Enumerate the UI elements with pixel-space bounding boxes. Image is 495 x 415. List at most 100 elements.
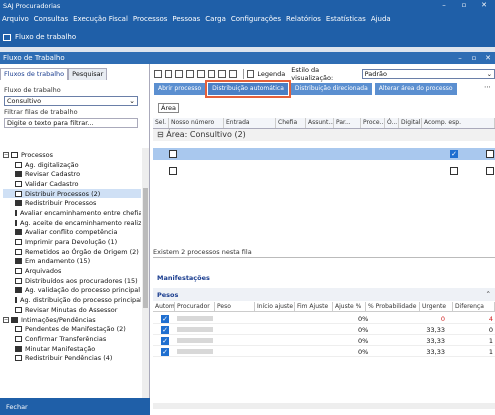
col-digital[interactable]: Digital xyxy=(399,118,422,128)
col-chefia[interactable]: Chefia xyxy=(276,118,306,128)
shortcut-fluxo-trabalho[interactable]: Fluxo de trabalho xyxy=(0,27,495,47)
tree-item[interactable]: Imprimir para Devolução (1) xyxy=(3,237,141,247)
tree-item[interactable]: Ag. distribuição do processo principal xyxy=(3,295,141,305)
pesos-row[interactable]: ✓ 0% 0 4 xyxy=(153,313,495,324)
view-icon[interactable] xyxy=(154,70,162,78)
col-diferenca[interactable]: Diferença xyxy=(453,302,495,311)
table-row[interactable]: ✓ xyxy=(153,148,495,160)
pesos-row[interactable]: ✓ 0% 33,33 1 xyxy=(153,346,495,357)
menu-arquivo[interactable]: Arquivo xyxy=(2,15,29,23)
group-row[interactable]: ⊟ Área: Consultivo (2) xyxy=(153,129,495,141)
tree-item[interactable]: Arquivados xyxy=(3,266,141,276)
autom-checkbox[interactable]: ✓ xyxy=(161,315,169,323)
distribuicao-direcionada-button[interactable]: Distribuição direcionada xyxy=(290,83,372,95)
filter-input[interactable]: Digite o texto para filtrar... xyxy=(4,118,138,128)
tree-item[interactable]: Ag. validação do processo principal xyxy=(3,286,141,296)
close-icon[interactable]: ✕ xyxy=(474,0,494,11)
maximize-icon[interactable]: ▫ xyxy=(467,52,481,64)
col-entrada[interactable]: Entrada xyxy=(224,118,276,128)
menu-execucao-fiscal[interactable]: Execução Fiscal xyxy=(73,15,128,23)
tree-scrollbar[interactable] xyxy=(142,148,149,406)
row-checkbox[interactable] xyxy=(169,167,177,175)
refresh-icon[interactable] xyxy=(164,70,173,78)
digital-checkbox[interactable]: ✓ xyxy=(450,150,458,158)
distribuicao-automatica-button[interactable]: Distribuição automática xyxy=(205,80,291,98)
abrir-processo-button[interactable]: Abrir processo xyxy=(154,83,206,95)
tree-group[interactable]: − Processos xyxy=(3,150,141,160)
group-chip[interactable]: Área xyxy=(158,103,179,113)
horizontal-scrollbar[interactable] xyxy=(153,403,495,409)
minimize-icon[interactable]: – xyxy=(453,52,467,64)
col-nosso-numero[interactable]: Nosso número xyxy=(169,118,224,128)
menu-consultas[interactable]: Consultas xyxy=(34,15,68,23)
tree-item[interactable]: Minutar Manifestação xyxy=(3,344,141,354)
chevron-up-icon[interactable]: ⌃ xyxy=(486,290,491,298)
tree-group[interactable]: − Intimações/Pendências xyxy=(3,315,141,325)
pesos-row[interactable]: ✓ 0% 33,33 1 xyxy=(153,335,495,346)
col-urgente[interactable]: Urgente xyxy=(420,302,453,311)
acomp-checkbox[interactable] xyxy=(486,150,494,158)
document-icon[interactable] xyxy=(186,70,194,78)
tree-item[interactable]: Em andamento (15) xyxy=(3,257,141,267)
menu-processos[interactable]: Processos xyxy=(133,15,167,23)
legenda-button[interactable]: Legenda xyxy=(257,70,285,78)
col-peso[interactable]: Peso xyxy=(215,302,255,311)
flow-select[interactable]: Consultivo ⌄ xyxy=(4,96,138,106)
more-options-icon[interactable]: ⋯ xyxy=(484,83,491,91)
col-fim-ajuste[interactable]: Fim Ajuste xyxy=(295,302,333,311)
manifestacoes-section[interactable]: Manifestações xyxy=(157,274,210,282)
tree-item[interactable]: Pendentes de Manifestação (2) xyxy=(3,324,141,334)
pesos-section[interactable]: Pesos ⌃ xyxy=(153,288,495,301)
row-checkbox[interactable] xyxy=(169,150,177,158)
col-ajuste-pct[interactable]: Ajuste % xyxy=(333,302,366,311)
col-processo[interactable]: Proce... xyxy=(361,118,385,128)
autom-checkbox[interactable]: ✓ xyxy=(161,348,169,356)
tree-item[interactable]: Redistribuir Pendências (4) xyxy=(3,353,141,363)
table-row[interactable] xyxy=(153,165,495,177)
menu-estatisticas[interactable]: Estatísticas xyxy=(326,15,366,23)
collapse-toggle-icon[interactable]: − xyxy=(3,316,9,323)
alterar-area-button[interactable]: Alterar área do processo xyxy=(374,83,457,95)
close-icon[interactable]: ✕ xyxy=(481,52,495,64)
tree-item[interactable]: Avaliar encaminhamento entre chefias xyxy=(3,208,141,218)
tree-item[interactable]: Confirmar Transferências xyxy=(3,334,141,344)
acomp-checkbox[interactable] xyxy=(486,167,494,175)
tree-item[interactable]: Revisar Minutas do Assessor xyxy=(3,305,141,315)
menu-ajuda[interactable]: Ajuda xyxy=(371,15,391,23)
search-icon[interactable] xyxy=(218,70,227,78)
tab-pesquisar[interactable]: Pesquisar xyxy=(68,68,108,80)
col-sel[interactable]: Sel. xyxy=(153,118,169,128)
tree-item[interactable]: Avaliar conflito competência xyxy=(3,228,141,238)
minimize-icon[interactable]: – xyxy=(434,0,454,11)
col-probabilidade[interactable]: % Probabilidade xyxy=(366,302,420,311)
tab-fluxos-de-trabalho[interactable]: Fluxos de trabalho xyxy=(0,68,69,80)
menu-pessoas[interactable]: Pessoas xyxy=(172,15,200,23)
digital-checkbox[interactable] xyxy=(450,167,458,175)
collapse-toggle-icon[interactable]: − xyxy=(3,151,9,158)
col-acomp-esp[interactable]: Acomp. esp. xyxy=(422,118,495,128)
estilo-select[interactable]: Padrão ⌄ xyxy=(361,69,495,79)
menu-carga[interactable]: Carga xyxy=(205,15,226,23)
tree-item[interactable]: Redistribuir Processos xyxy=(3,198,141,208)
menu-configuracoes[interactable]: Configurações xyxy=(231,15,281,23)
tree-item[interactable]: Ag. aceite de encaminhamento realizado xyxy=(3,218,141,228)
col-assunto[interactable]: Assunt... xyxy=(306,118,334,128)
autom-checkbox[interactable]: ✓ xyxy=(161,337,169,345)
tree-item[interactable]: Remetidos ao Órgão de Origem (2) xyxy=(3,247,141,257)
tree-item[interactable]: Validar Cadastro xyxy=(3,179,141,189)
pesos-row[interactable]: ✓ 0% 33,33 0 xyxy=(153,324,495,335)
col-autom[interactable]: Autom. xyxy=(153,302,175,311)
print-icon[interactable] xyxy=(196,70,205,78)
menu-relatorios[interactable]: Relatórios xyxy=(286,15,321,23)
maximize-icon[interactable]: ▫ xyxy=(454,0,474,11)
folder-icon[interactable] xyxy=(207,70,216,78)
col-inicio-ajuste[interactable]: Início ajuste xyxy=(255,302,295,311)
close-button[interactable]: Fechar xyxy=(0,398,150,415)
tree-item[interactable]: Revisar Cadastro xyxy=(3,169,141,179)
autom-checkbox[interactable]: ✓ xyxy=(161,326,169,334)
scrollbar-thumb[interactable] xyxy=(143,188,148,308)
tree-item[interactable]: Distribuídos aos procuradores (15) xyxy=(3,276,141,286)
col-procurador[interactable]: Procurador xyxy=(175,302,215,311)
tree-item[interactable]: Distribuir Processos (2) xyxy=(3,188,141,199)
settings-icon[interactable] xyxy=(229,70,237,78)
